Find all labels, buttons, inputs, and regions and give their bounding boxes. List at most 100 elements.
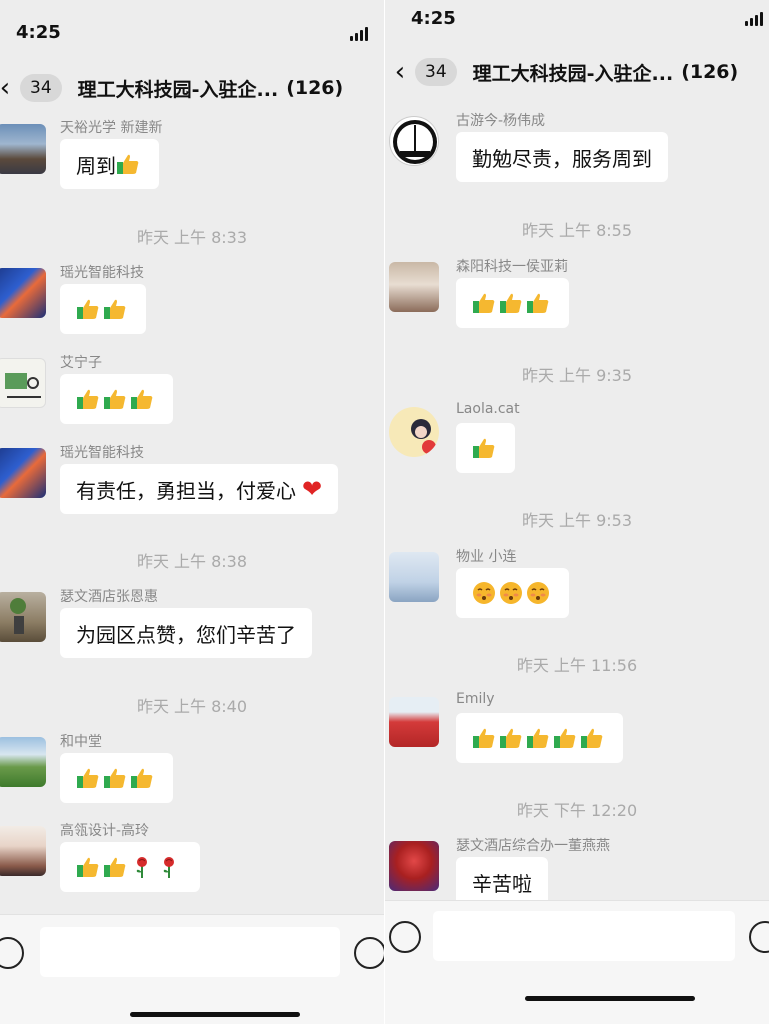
sender-name: 物业 小连 [456,549,517,565]
sender-name: 和中堂 [60,734,102,750]
message-bubble[interactable]: 为园区点赞，您们辛苦了 [60,608,312,658]
doodle-avatar[interactable] [0,358,46,408]
heart-icon: ❤ [302,475,323,503]
voice-icon[interactable] [0,937,24,969]
chat-header: ‹ 34 理工大科技园-入驻企... (126) [385,50,769,94]
back-chevron-icon[interactable]: ‹ [0,66,14,110]
sender-name: Laola.cat [456,401,520,417]
message-text: 为园区点赞，您们辛苦了 [76,622,296,647]
sender-name: 高瓴设计-高玲 [60,823,150,839]
group-title: 理工大科技园-入驻企... [77,78,279,101]
plant-avatar[interactable] [0,592,46,642]
timestamp-divider: 昨天 上午 9:53 [521,511,633,530]
emoji-icon[interactable] [354,937,384,969]
signal-icon [745,12,763,26]
sender-name: 瑶光智能科技 [60,265,144,281]
message-bubble[interactable] [456,713,623,763]
voice-icon[interactable] [389,921,421,953]
message-bubble[interactable]: 勤勉尽责，服务周到 [456,132,668,182]
timestamp-divider: 昨天 上午 9:35 [521,366,633,385]
message-bubble[interactable] [60,374,173,424]
timestamp-divider: 昨天 上午 11:56 [516,656,638,675]
thumbs-up-icon [131,768,153,788]
unread-count-badge[interactable]: 34 [20,74,62,102]
thumbs-up-icon [77,857,99,877]
timestamp-divider: 昨天 下午 12:20 [516,801,638,820]
sender-name: 艾宁子 [60,355,102,371]
left-chat-screen: 4:25 ‹ 34 理工大科技园-入驻企... (126) 天裕光学 新建新 周… [0,0,384,1024]
thumbs-up-icon [473,728,495,748]
status-bar: 4:25 [0,0,384,43]
group-title: 理工大科技园-入驻企... [472,62,674,85]
thumbs-up-icon [131,389,153,409]
message-text: 勤勉尽责，服务周到 [472,146,652,171]
status-time: 4:25 [16,22,61,43]
message-bubble[interactable] [60,753,173,803]
sender-name: 瑟文酒店综合办一董燕燕 [456,838,610,854]
hat-woman-avatar[interactable] [389,262,439,312]
sender-name: 瑶光智能科技 [60,445,144,461]
thumbs-up-icon [104,768,126,788]
landscape-avatar[interactable] [0,124,46,174]
chat-input-bar [0,914,384,1024]
woman-avatar[interactable] [0,826,46,876]
koi-avatar[interactable] [0,268,46,318]
roses-avatar[interactable] [389,841,439,891]
screenshot-stage: 4:25 ‹ 34 理工大科技园-入驻企... (126) 天裕光学 新建新 周… [0,0,769,1024]
member-count: (126) [286,77,344,99]
tower-logo-avatar[interactable] [389,116,439,166]
sender-name: 瑟文酒店张恩惠 [60,589,158,605]
emoji-icon[interactable] [749,921,769,953]
chat-input-bar [385,900,769,1024]
chat-header: ‹ 34 理工大科技园-入驻企... (126) [0,66,384,110]
thumbs-up-icon [104,857,126,877]
message-bubble[interactable] [456,568,569,618]
home-indicator [130,1012,300,1017]
message-text: 有责任，勇担当，付爱心 [76,478,296,503]
sender-name: 天裕光学 新建新 [60,120,163,136]
meadow-avatar[interactable] [0,737,46,787]
home-indicator [525,996,695,1001]
thumbs-up-icon [77,299,99,319]
thumbs-up-icon [473,293,495,313]
thumbs-up-icon [77,389,99,409]
message-bubble[interactable]: 有责任，勇担当，付爱心 ❤ [60,464,339,514]
message-text: 周到 [76,153,116,178]
message-bubble[interactable]: 周到 [60,139,159,189]
shy-face-icon [473,582,495,604]
timestamp-divider: 昨天 上午 8:55 [521,221,633,240]
message-input[interactable] [40,927,340,977]
thumbs-up-icon [77,768,99,788]
message-text: 辛苦啦 [472,871,532,896]
koi-avatar[interactable] [0,448,46,498]
right-chat-screen: 4:25 ‹ 34 理工大科技园-入驻企... (126) 古游今-杨伟成 勤勉… [385,0,769,1024]
thumbs-up-icon [473,438,495,458]
baby-avatar[interactable] [389,697,439,747]
status-bar: 4:25 [385,0,769,34]
signal-icon [350,27,368,41]
timestamp-divider: 昨天 上午 8:33 [136,228,248,247]
message-bubble[interactable] [456,423,515,473]
status-time: 4:25 [411,8,456,29]
family-avatar[interactable] [389,552,439,602]
sender-name: 森阳科技一侯亚莉 [456,259,568,275]
shy-face-icon [527,582,549,604]
thumbs-up-icon [527,728,549,748]
thumbs-up-icon [527,293,549,313]
message-input[interactable] [433,911,735,961]
timestamp-divider: 昨天 上午 8:40 [136,697,248,716]
thumbs-up-icon [581,728,603,748]
back-chevron-icon[interactable]: ‹ [391,50,409,94]
cartoon-avatar[interactable] [389,407,439,457]
timestamp-divider: 昨天 上午 8:38 [136,552,248,571]
unread-count-badge[interactable]: 34 [415,58,457,86]
message-bubble[interactable] [60,284,146,334]
thumbs-up-icon [104,389,126,409]
member-count: (126) [681,61,739,83]
message-bubble[interactable] [456,278,569,328]
shy-face-icon [500,582,522,604]
thumbs-up-icon [554,728,576,748]
thumbs-up-icon [500,728,522,748]
sender-name: Emily [456,691,495,707]
message-bubble[interactable] [60,842,200,892]
